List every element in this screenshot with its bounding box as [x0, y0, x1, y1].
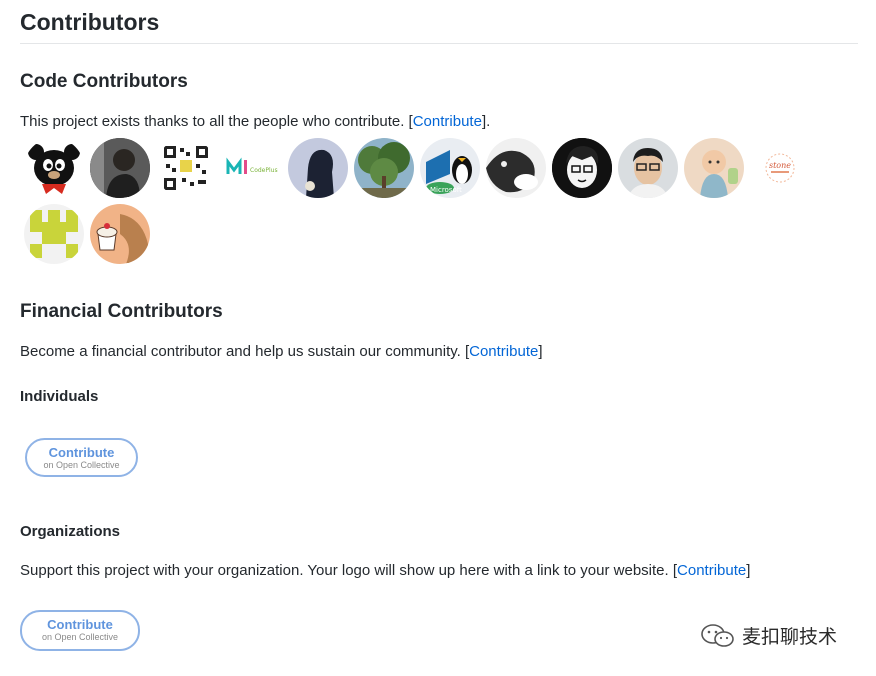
watermark: 麦扣聊技术	[700, 622, 837, 649]
identicon-avatar-image	[24, 204, 84, 264]
sketch-avatar-image	[552, 138, 612, 198]
code-contributors-text: This project exists thanks to all the pe…	[20, 113, 491, 130]
avatar[interactable]	[288, 138, 348, 198]
individuals-contribute-button[interactable]: Contribute on Open Collective	[25, 438, 138, 477]
silhouette-avatar-image	[288, 138, 348, 198]
person-avatar-image	[90, 138, 150, 198]
avatar[interactable]	[354, 138, 414, 198]
organizations-text: Support this project with your organizat…	[20, 562, 751, 579]
stone-logo-text: stone	[769, 161, 791, 170]
organizations-contribute-link[interactable]: Contribute	[677, 562, 746, 579]
stone-logo-image: stone	[750, 138, 810, 198]
cartoon-avatar-image	[28, 144, 80, 194]
avatar[interactable]	[618, 138, 678, 198]
avatar[interactable]: Microsoft	[420, 138, 480, 198]
wechat-icon	[701, 623, 734, 647]
cupcake-avatar-image	[90, 204, 150, 264]
avatar[interactable]	[486, 138, 546, 198]
oc-button-sublabel: on Open Collective	[41, 632, 119, 642]
penguin-microsoft-avatar-image: Microsoft	[420, 138, 480, 198]
financial-contributors-text: Become a financial contributor and help …	[20, 343, 543, 360]
page-title: Contributors	[20, 6, 858, 44]
avatar[interactable]	[156, 138, 216, 198]
oc-button-sublabel: on Open Collective	[43, 460, 120, 470]
avatar[interactable]	[24, 138, 84, 198]
watermark-text: 麦扣聊技术	[742, 626, 838, 648]
codeplus-logo-image: CodePlus	[222, 138, 282, 198]
code-contributors-heading: Code Contributors	[20, 71, 188, 92]
financial-contribute-link[interactable]: Contribute	[469, 343, 538, 360]
animal-avatar-image	[486, 138, 546, 198]
organizations-contribute-button[interactable]: Contribute on Open Collective	[20, 610, 140, 651]
organizations-heading: Organizations	[20, 523, 121, 540]
avatar[interactable]	[90, 204, 150, 264]
microsoft-text: Microsoft	[430, 186, 462, 194]
avatar[interactable]	[24, 204, 84, 264]
qr-code-avatar-image	[156, 138, 216, 198]
oc-button-label: Contribute	[47, 617, 113, 632]
baby-avatar-image	[684, 138, 744, 198]
person-glasses-avatar-image	[618, 138, 678, 198]
individuals-heading: Individuals	[20, 388, 99, 405]
avatar[interactable]	[552, 138, 612, 198]
codeplus-logo-text: CodePlus	[250, 167, 278, 174]
oc-button-label: Contribute	[48, 445, 115, 460]
avatar[interactable]: stone	[750, 138, 810, 198]
code-contribute-link[interactable]: Contribute	[413, 113, 482, 130]
financial-contributors-heading: Financial Contributors	[20, 301, 223, 322]
avatar[interactable]	[90, 138, 150, 198]
avatar[interactable]	[684, 138, 744, 198]
tree-avatar-image	[354, 138, 414, 198]
avatar[interactable]: CodePlus	[222, 138, 282, 198]
